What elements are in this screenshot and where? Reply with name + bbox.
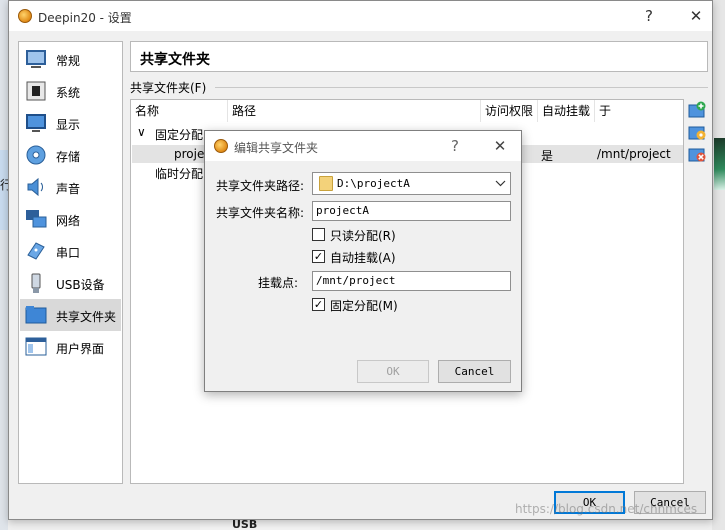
watermark: https://blog.csdn.net/chnmces bbox=[515, 502, 698, 516]
folder-path-value: D:\projectA bbox=[337, 177, 410, 190]
row-mount-point: /mnt/project bbox=[597, 147, 671, 161]
automount-checkbox[interactable]: ✓ bbox=[312, 250, 325, 263]
dialog-title: 编辑共享文件夹 bbox=[234, 141, 319, 155]
column-header-at[interactable]: 于 bbox=[595, 100, 683, 122]
sidebar-item-usb[interactable]: USB设备 bbox=[20, 267, 121, 299]
column-header-path[interactable]: 路径 bbox=[228, 100, 481, 122]
row-name: proje bbox=[174, 147, 205, 161]
page-title: 共享文件夹 bbox=[140, 52, 210, 68]
sidebar-item-label: 串口 bbox=[56, 246, 81, 260]
column-header-automount[interactable]: 自动挂载 bbox=[538, 100, 595, 122]
title-bar[interactable]: Deepin20 - 设置 ? ✕ bbox=[9, 1, 712, 31]
sidebar-item-display[interactable]: 显示 bbox=[20, 107, 121, 139]
network-icon bbox=[26, 210, 47, 228]
sidebar-item-label: 用户界面 bbox=[56, 342, 105, 356]
folder-toolbar bbox=[688, 99, 708, 169]
sidebar-item-label: 声音 bbox=[56, 182, 81, 196]
display-monitor-icon bbox=[26, 114, 46, 132]
folder-path-label: 共享文件夹路径: bbox=[216, 179, 305, 193]
sidebar-item-serial[interactable]: 串口 bbox=[20, 235, 121, 267]
dialog-ok-button[interactable]: OK bbox=[357, 360, 429, 383]
background-window-right bbox=[712, 0, 725, 530]
edit-shared-folder-dialog: 编辑共享文件夹 ? ✕ 共享文件夹路径: D:\projectA 共享文件夹名称… bbox=[204, 130, 522, 392]
mount-point-field[interactable]: /mnt/project bbox=[312, 271, 511, 291]
permanent-label: 固定分配(M) bbox=[330, 299, 398, 313]
tree-expand-arrow[interactable]: ∨ bbox=[137, 125, 146, 139]
window-title: Deepin20 - 设置 bbox=[38, 11, 132, 25]
sidebar-item-user-interface[interactable]: 用户界面 bbox=[20, 331, 121, 363]
sidebar-item-label: 存储 bbox=[56, 150, 81, 164]
sidebar-item-label: 网络 bbox=[56, 214, 81, 228]
usb-icon bbox=[31, 273, 41, 293]
sidebar-item-label: USB设备 bbox=[56, 278, 105, 292]
remove-share-icon[interactable] bbox=[688, 145, 706, 163]
user-interface-icon bbox=[25, 337, 47, 356]
sidebar-item-label: 系统 bbox=[56, 86, 81, 100]
shared-folder-icon bbox=[25, 306, 47, 324]
folder-path-combo[interactable]: D:\projectA bbox=[312, 172, 511, 195]
dialog-close-button[interactable]: ✕ bbox=[485, 135, 515, 157]
background-image-right bbox=[714, 138, 725, 190]
group-label: 共享文件夹(F) bbox=[130, 81, 207, 95]
group-permanent[interactable]: 固定分配 bbox=[155, 126, 203, 143]
dialog-title-bar[interactable]: 编辑共享文件夹 ? ✕ bbox=[205, 131, 521, 161]
general-icon bbox=[26, 50, 46, 68]
storage-disk-icon bbox=[26, 145, 46, 165]
folder-name-field[interactable]: projectA bbox=[312, 201, 511, 221]
sidebar-item-label: 常规 bbox=[56, 54, 81, 68]
system-chip-icon bbox=[26, 81, 46, 101]
readonly-checkbox[interactable] bbox=[312, 228, 325, 241]
close-button[interactable]: ✕ bbox=[681, 5, 711, 27]
serial-port-icon bbox=[27, 242, 45, 260]
readonly-label: 只读分配(R) bbox=[330, 229, 396, 243]
background-window-left bbox=[0, 0, 8, 530]
automount-label: 自动挂载(A) bbox=[330, 251, 396, 265]
folder-icon bbox=[319, 176, 333, 191]
group-divider bbox=[215, 87, 708, 88]
edit-share-icon[interactable] bbox=[688, 123, 706, 141]
section-header: 共享文件夹 bbox=[130, 41, 708, 72]
group-transient[interactable]: 临时分配 bbox=[155, 165, 203, 182]
add-share-icon[interactable] bbox=[688, 101, 706, 119]
sidebar-item-shared-folders[interactable]: 共享文件夹 bbox=[20, 299, 121, 331]
folder-name-label: 共享文件夹名称: bbox=[216, 206, 305, 220]
sidebar-item-label: 显示 bbox=[56, 118, 81, 132]
column-header-access[interactable]: 访问权限 bbox=[481, 100, 538, 122]
dialog-cancel-button[interactable]: Cancel bbox=[438, 360, 511, 383]
virtualbox-app-icon bbox=[214, 139, 228, 153]
column-header-name[interactable]: 名称 bbox=[131, 100, 228, 122]
sidebar-item-audio[interactable]: 声音 bbox=[20, 171, 121, 203]
sidebar-item-network[interactable]: 网络 bbox=[20, 203, 121, 235]
permanent-checkbox[interactable]: ✓ bbox=[312, 298, 325, 311]
sidebar-item-system[interactable]: 系统 bbox=[20, 75, 121, 107]
sidebar-item-label: 共享文件夹 bbox=[56, 310, 117, 324]
chevron-down-icon[interactable] bbox=[495, 174, 506, 195]
row-automount: 是 bbox=[541, 149, 554, 163]
help-button[interactable]: ? bbox=[634, 5, 664, 27]
mount-point-label: 挂载点: bbox=[258, 276, 299, 290]
settings-sidebar: 常规 系统 显示 存储 声音 网络 串口 USB设备 共享文件夹 用户界面 bbox=[18, 41, 123, 484]
virtualbox-app-icon bbox=[18, 9, 32, 23]
speaker-icon bbox=[27, 177, 43, 197]
dialog-help-button[interactable]: ? bbox=[440, 135, 470, 157]
sidebar-item-general[interactable]: 常规 bbox=[20, 43, 121, 75]
sidebar-item-storage[interactable]: 存储 bbox=[20, 139, 121, 171]
